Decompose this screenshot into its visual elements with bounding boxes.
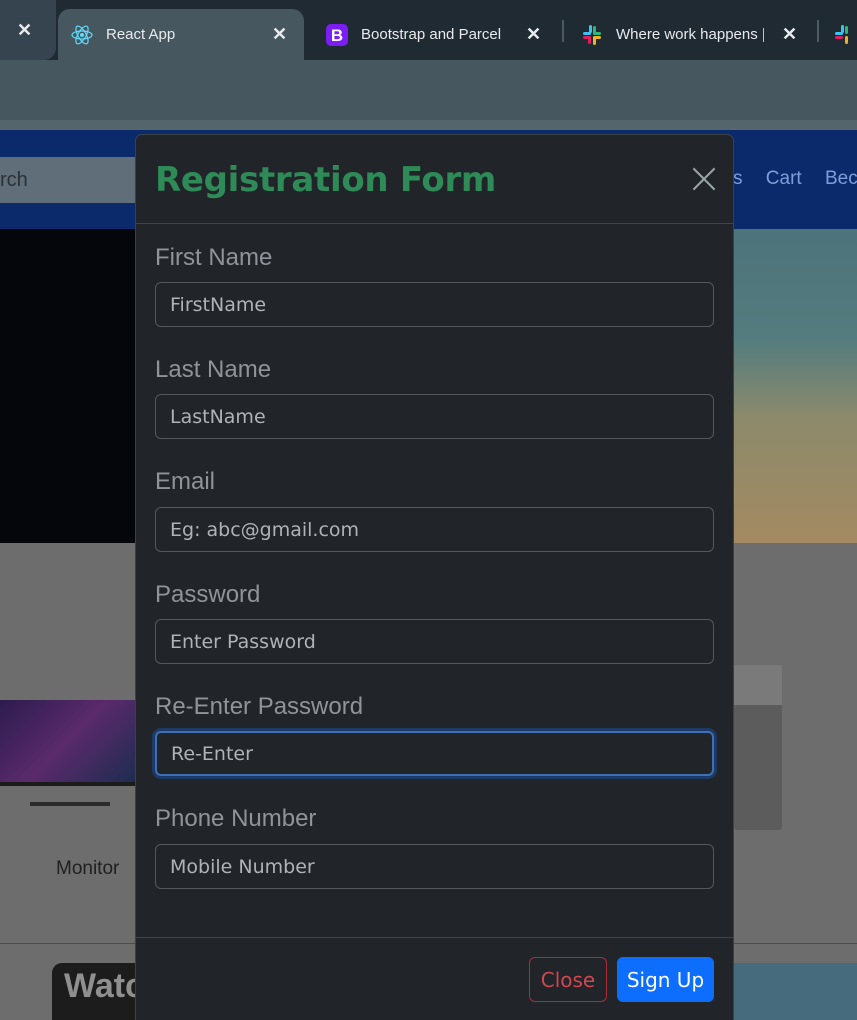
- sign-up-button[interactable]: Sign Up: [617, 957, 714, 1002]
- hero-banner-left: [0, 229, 136, 543]
- close-tab-icon[interactable]: ✕: [272, 24, 287, 45]
- toolbar-divider: [0, 120, 857, 130]
- browser-tab-bar: ✕ React App ✕ B Bootstrap and Parcel · ✕: [0, 0, 857, 60]
- slack-icon: [580, 23, 604, 47]
- product-label-monitor[interactable]: Monitor: [56, 858, 119, 880]
- svg-text:B: B: [331, 26, 343, 45]
- email-input[interactable]: [155, 507, 714, 552]
- tab-bootstrap-parcel[interactable]: B Bootstrap and Parcel · ✕: [313, 9, 558, 60]
- tab-separator: [817, 20, 819, 42]
- navbar-filler: [0, 203, 140, 229]
- last-name-input[interactable]: [155, 394, 714, 439]
- tab-title: React App: [106, 26, 176, 43]
- reenter-password-label: Re-Enter Password: [155, 693, 364, 720]
- modal-title: Registration Form: [155, 160, 497, 200]
- tab-separator: [562, 20, 564, 42]
- watch-card[interactable]: Watc: [52, 963, 142, 1020]
- reenter-password-input[interactable]: [155, 731, 714, 776]
- tab-title: Bootstrap and Parcel ·: [361, 26, 506, 43]
- email-label: Email: [155, 468, 216, 495]
- nav-link-partial[interactable]: s: [733, 168, 743, 189]
- first-name-input[interactable]: [155, 282, 714, 327]
- tab-previous[interactable]: ✕: [0, 0, 56, 60]
- close-tab-icon[interactable]: ✕: [17, 20, 32, 41]
- tab-react-app[interactable]: React App ✕: [58, 9, 304, 60]
- modal-footer-divider: [136, 937, 733, 938]
- bootstrap-icon: B: [325, 23, 349, 47]
- modal-header: Registration Form: [136, 135, 733, 224]
- close-icon[interactable]: [692, 167, 716, 191]
- react-icon: [70, 23, 94, 47]
- password-input[interactable]: [155, 619, 714, 664]
- browser-toolbar: [0, 60, 857, 130]
- nav-links: s Cart Beco: [733, 168, 857, 190]
- nav-link-cart[interactable]: Cart: [766, 168, 802, 189]
- close-tab-icon[interactable]: ✕: [782, 24, 797, 45]
- registration-modal: Registration Form First Name Last Name E…: [135, 134, 734, 1020]
- close-tab-icon[interactable]: ✕: [526, 24, 541, 45]
- phone-number-label: Phone Number: [155, 805, 317, 832]
- close-button[interactable]: Close: [529, 957, 607, 1002]
- monitor-image[interactable]: [0, 700, 135, 786]
- nav-link-become[interactable]: Beco: [825, 168, 857, 189]
- monitor-stand: [30, 786, 110, 806]
- first-name-label: First Name: [155, 244, 273, 271]
- search-input[interactable]: rch: [0, 157, 140, 203]
- phone-number-input[interactable]: [155, 844, 714, 889]
- hero-banner-right: [732, 229, 857, 543]
- last-name-label: Last Name: [155, 356, 272, 383]
- password-label: Password: [155, 581, 261, 608]
- slack-icon: [832, 23, 856, 47]
- tab-slack[interactable]: Where work happens | ✕: [568, 9, 808, 60]
- tab-slack-2[interactable]: [832, 9, 857, 60]
- promo-card[interactable]: [733, 963, 857, 1020]
- tab-title: Where work happens |: [616, 26, 764, 43]
- printer-image-top: [734, 665, 782, 705]
